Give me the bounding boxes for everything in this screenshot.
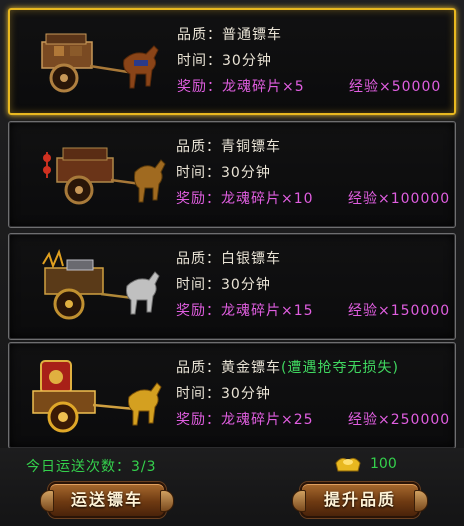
quality-label: 品质： [177,27,222,43]
reward-text: 奖励：龙魂碎片×25 [176,412,314,428]
silver-cart-icon [42,249,160,320]
cart-option-bronze[interactable]: 品质：青铜镖车 时间：30分钟 奖励：龙魂碎片×10 经验×100000 [8,121,456,228]
no-loss-note: (遭遇抢夺无损失) [281,360,399,376]
cart-option-silver[interactable]: 品质：白银镖车 时间：30分钟 奖励：龙魂碎片×15 经验×150000 [8,233,456,340]
reward-text: 奖励：龙魂碎片×5 [177,79,305,95]
escort-button[interactable]: 运送镖车 [40,482,174,518]
quality-value: 黄金镖车 [221,360,281,376]
common-cart-icon [41,33,159,93]
quality-value: 普通镖车 [222,27,282,43]
exp-text: 经验×100000 [348,191,451,207]
quality-value: 青铜镖车 [221,139,281,155]
cart-option-common[interactable]: 品质：普通镖车 时间：30分钟 奖励：龙魂碎片×5 经验×50000 [8,8,456,115]
gold-amount: 100 [370,456,397,472]
gold-cart-icon [32,360,162,433]
bronze-cart-icon [43,147,166,205]
time-text: 时间：30分钟 [176,277,271,293]
escort-panel: 品质：普通镖车 时间：30分钟 奖励：龙魂碎片×5 经验×50000 品质：青铜… [0,0,464,526]
upgrade-quality-button[interactable]: 提升品质 [292,482,428,518]
cart-option-gold[interactable]: 品质：黄金镖车(遭遇抢夺无损失) 时间：30分钟 奖励：龙魂碎片×25 经验×2… [8,342,456,449]
quality-label: 品质： [176,139,221,155]
quality-value: 白银镖车 [221,251,281,267]
reward-text: 奖励：龙魂碎片×10 [176,191,314,207]
exp-text: 经验×250000 [348,412,451,428]
exp-text: 经验×150000 [348,303,451,319]
reward-text: 奖励：龙魂碎片×15 [176,303,314,319]
exp-text: 经验×50000 [349,79,442,95]
quality-label: 品质： [176,360,221,376]
time-text: 时间：30分钟 [177,53,272,69]
daily-runs-text: 今日运送次数：3/3 [26,459,157,475]
time-text: 时间：30分钟 [176,165,271,181]
gold-ingot-icon [335,457,361,472]
time-text: 时间：30分钟 [176,386,271,402]
quality-label: 品质： [176,251,221,267]
